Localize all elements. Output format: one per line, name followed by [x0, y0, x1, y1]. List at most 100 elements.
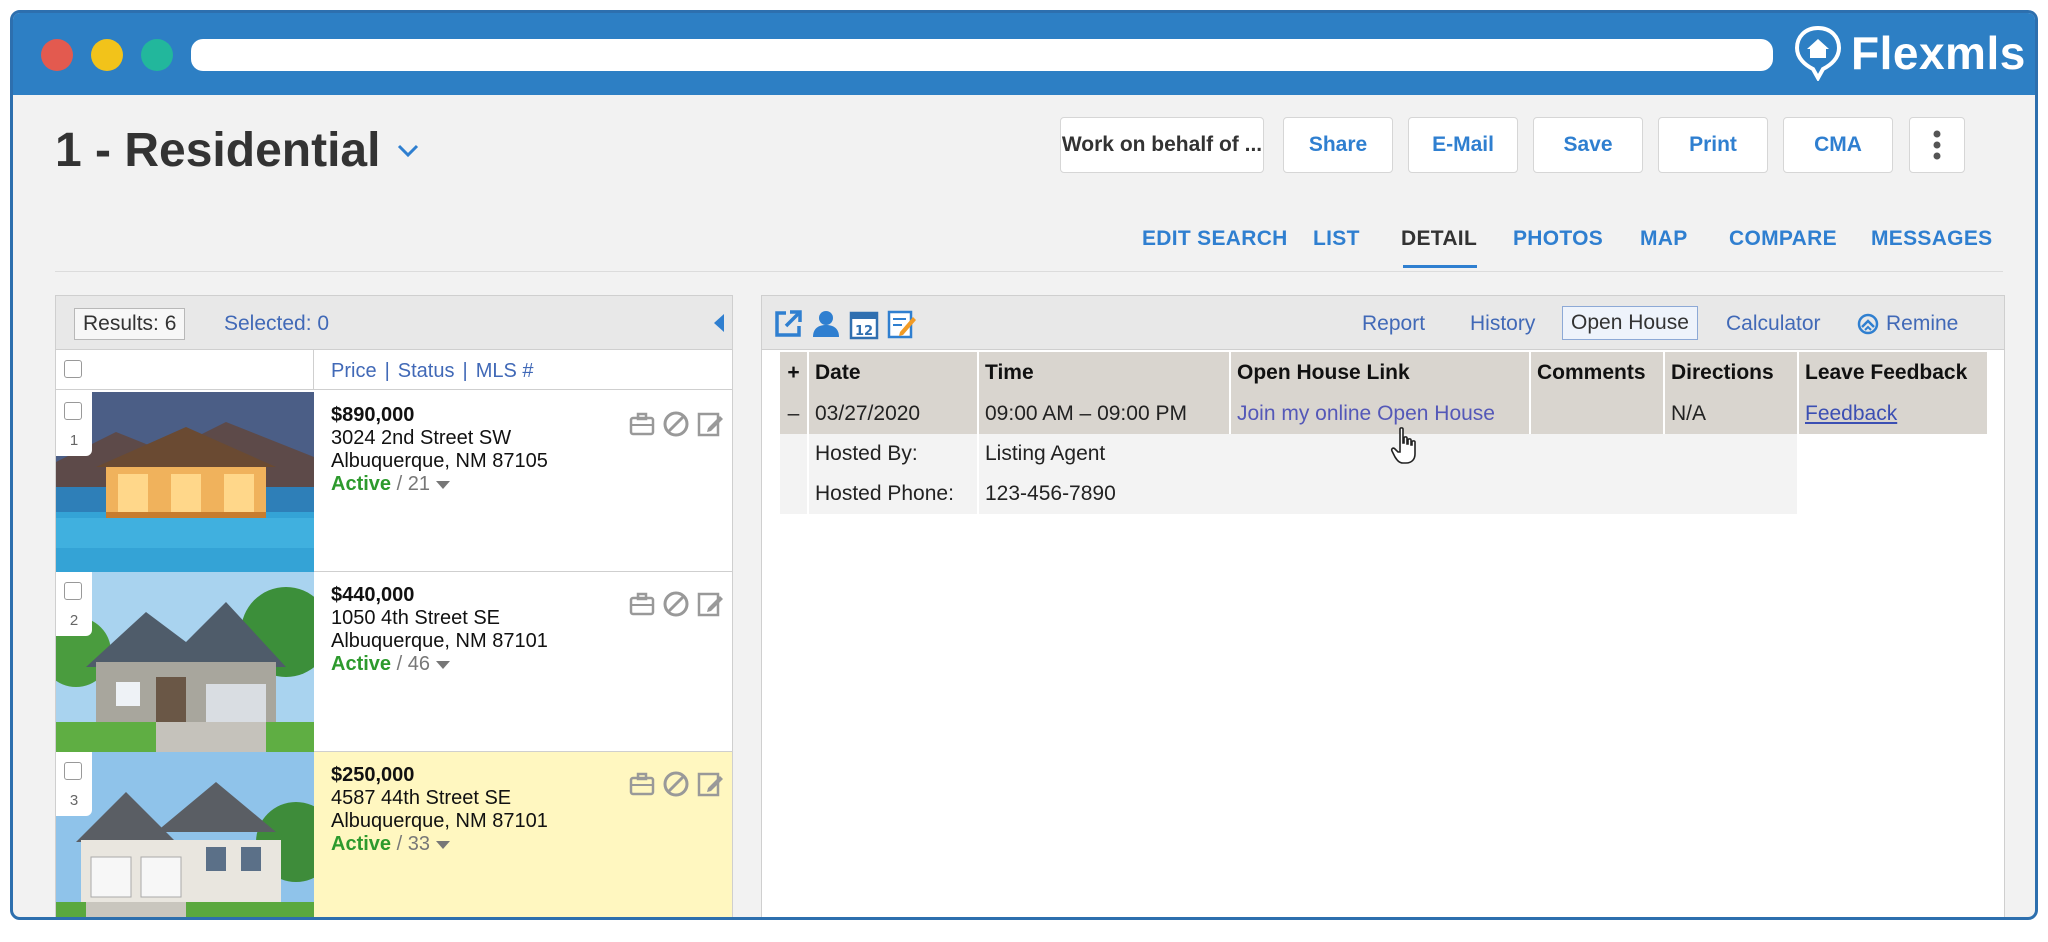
- table-row: – 03/27/2020 09:00 AM – 09:00 PM Join my…: [780, 394, 1989, 434]
- maximize-window-button[interactable]: [141, 39, 173, 71]
- table-header-row: + Date Time Open House Link Comments Dir…: [780, 352, 1989, 394]
- days-on-market: / 21: [391, 473, 430, 495]
- briefcase-icon[interactable]: [628, 770, 656, 798]
- hosted-by-row: Hosted By: Listing Agent: [780, 434, 1989, 474]
- results-panel: Results: 6 Selected: 0 Price | Status | …: [55, 295, 733, 917]
- external-link-icon[interactable]: [772, 308, 804, 340]
- listing-status[interactable]: Active / 33: [331, 833, 548, 856]
- tab-photos[interactable]: PHOTOS: [1513, 227, 1603, 251]
- status-text: Active: [331, 833, 392, 855]
- sort-mls[interactable]: MLS #: [476, 360, 534, 383]
- join-open-house-link[interactable]: Join my online Open House: [1237, 402, 1495, 425]
- address-bar[interactable]: [191, 39, 1773, 71]
- prohibited-icon[interactable]: [662, 590, 690, 618]
- status-text: Active: [331, 473, 392, 495]
- flexmls-logo: Flexmls: [1793, 23, 2026, 83]
- listing-city: Albuquerque, NM 87101: [331, 810, 548, 832]
- prohibited-icon[interactable]: [662, 410, 690, 438]
- close-window-button[interactable]: [41, 39, 73, 71]
- brand-name: Flexmls: [1851, 27, 2026, 79]
- more-options-button[interactable]: [1909, 117, 1965, 173]
- collapse-row-button[interactable]: –: [780, 394, 809, 434]
- remine-logo-icon: [1857, 313, 1879, 335]
- listing-row[interactable]: 1 $890,000 3024 2nd Street SW Albuquerqu…: [56, 392, 732, 572]
- listing-status[interactable]: Active / 46: [331, 653, 548, 676]
- house-photo-3: [56, 752, 314, 917]
- tab-messages[interactable]: MESSAGES: [1871, 227, 1992, 251]
- email-button[interactable]: E-Mail: [1408, 117, 1518, 173]
- tab-list[interactable]: LIST: [1313, 227, 1360, 251]
- listing-price: $890,000: [331, 404, 415, 426]
- listing-actions: [628, 770, 724, 798]
- caret-down-icon[interactable]: [435, 480, 450, 489]
- spacer-cell: [1798, 434, 1989, 474]
- select-all-checkbox[interactable]: [64, 360, 82, 378]
- listing-checkbox[interactable]: [64, 762, 82, 780]
- briefcase-icon[interactable]: [628, 410, 656, 438]
- edit-note-icon[interactable]: [696, 410, 724, 438]
- detail-panel: 12 Report History Open House Calculator …: [761, 295, 2005, 917]
- briefcase-icon[interactable]: [628, 590, 656, 618]
- tab-edit-search[interactable]: EDIT SEARCH: [1142, 227, 1288, 251]
- collapse-panel-icon[interactable]: [714, 314, 724, 332]
- calculator-link[interactable]: Calculator: [1726, 312, 1821, 336]
- listing-street: 4587 44th Street SE: [331, 787, 512, 809]
- listing-status[interactable]: Active / 21: [331, 473, 548, 496]
- browser-window: Flexmls 1 - Residential Work on behalf o…: [10, 10, 2038, 920]
- report-link[interactable]: Report: [1362, 312, 1425, 336]
- history-link[interactable]: History: [1470, 312, 1535, 336]
- listing-checkbox[interactable]: [64, 582, 82, 600]
- selected-count[interactable]: Selected: 0: [224, 312, 329, 336]
- svg-text:12: 12: [855, 324, 873, 339]
- listing-info: $890,000 3024 2nd Street SW Albuquerque,…: [331, 404, 548, 496]
- hand-pointer-cursor-icon: [1390, 427, 1416, 464]
- listing-city: Albuquerque, NM 87101: [331, 630, 548, 652]
- edit-note-icon[interactable]: [696, 770, 724, 798]
- listing-row[interactable]: 2 $440,000 1050 4th Street SE Albuquerqu…: [56, 572, 732, 752]
- sort-price[interactable]: Price: [331, 360, 377, 383]
- save-button[interactable]: Save: [1533, 117, 1643, 173]
- comments-cell: [1530, 394, 1665, 434]
- page-title[interactable]: 1 - Residential: [55, 123, 422, 178]
- share-button[interactable]: Share: [1283, 117, 1393, 173]
- contact-person-icon[interactable]: [810, 308, 842, 340]
- house-photo-2: [56, 572, 314, 752]
- listing-row-selected[interactable]: 3 $250,000 4587 44th Street SE Albuquerq…: [56, 752, 732, 917]
- col-leave-feedback: Leave Feedback: [1798, 352, 1989, 394]
- edit-note-icon[interactable]: [696, 590, 724, 618]
- open-house-date: 03/27/2020: [808, 394, 979, 434]
- listing-info: $250,000 4587 44th Street SE Albuquerque…: [331, 764, 548, 856]
- spacer-cell: [780, 434, 809, 474]
- work-on-behalf-button[interactable]: Work on behalf of ...: [1060, 117, 1264, 173]
- sort-status[interactable]: Status: [398, 360, 455, 383]
- tab-compare[interactable]: COMPARE: [1729, 227, 1837, 251]
- spacer-cell: [1798, 474, 1989, 514]
- listing-photo[interactable]: 3: [56, 752, 314, 917]
- caret-down-icon[interactable]: [435, 660, 450, 669]
- listing-actions: [628, 410, 724, 438]
- feedback-link[interactable]: Feedback: [1805, 402, 1897, 425]
- tab-map[interactable]: MAP: [1640, 227, 1688, 251]
- minimize-window-button[interactable]: [91, 39, 123, 71]
- open-house-tab[interactable]: Open House: [1562, 306, 1698, 340]
- chevron-down-icon[interactable]: [394, 137, 422, 165]
- open-house-time: 09:00 AM – 09:00 PM: [978, 394, 1231, 434]
- listing-checkbox[interactable]: [64, 402, 82, 420]
- feedback-cell: Feedback: [1798, 394, 1989, 434]
- select-all-cell: [56, 350, 314, 390]
- prohibited-icon[interactable]: [662, 770, 690, 798]
- listing-photo[interactable]: 2: [56, 572, 314, 752]
- col-time: Time: [978, 352, 1231, 394]
- cma-button[interactable]: CMA: [1783, 117, 1893, 173]
- col-directions: Directions: [1664, 352, 1799, 394]
- listing-photo[interactable]: 1: [56, 392, 314, 572]
- results-count[interactable]: Results: 6: [74, 308, 186, 340]
- print-button[interactable]: Print: [1658, 117, 1768, 173]
- calendar-icon[interactable]: 12: [848, 308, 880, 340]
- tab-detail[interactable]: DETAIL: [1401, 227, 1477, 251]
- expand-all-button[interactable]: +: [780, 352, 809, 394]
- caret-down-icon[interactable]: [435, 840, 450, 849]
- listing-actions: [628, 590, 724, 618]
- remine-link[interactable]: Remine: [1856, 312, 1958, 336]
- add-note-icon[interactable]: [886, 308, 918, 340]
